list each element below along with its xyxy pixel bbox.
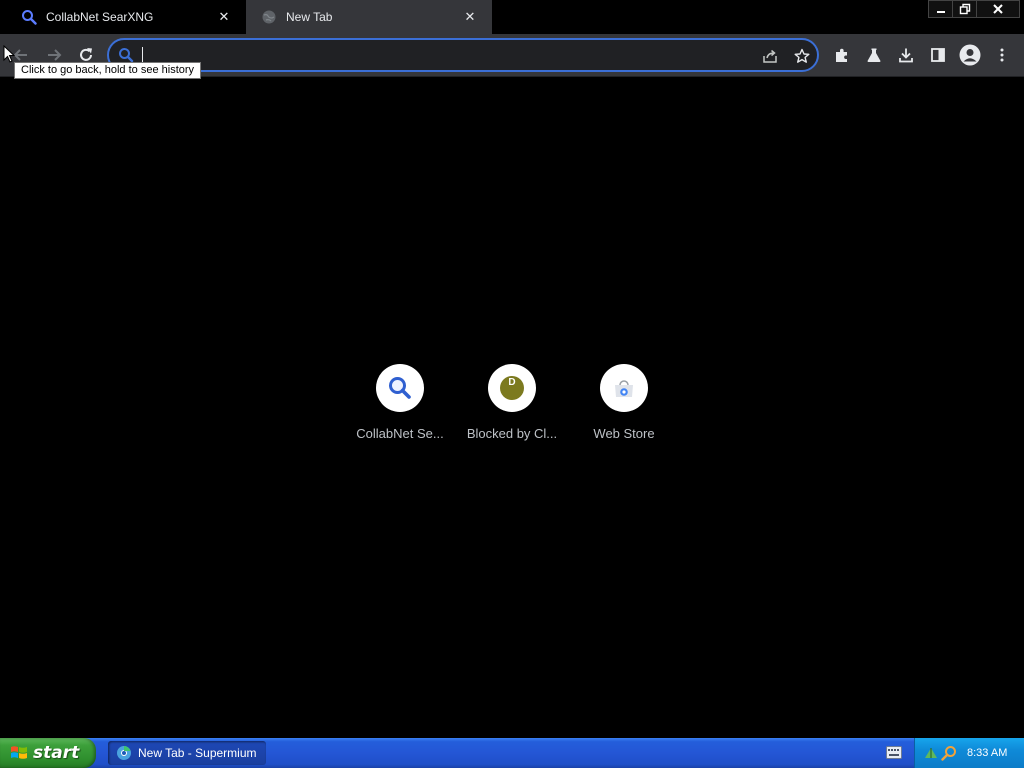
avatar-icon bbox=[959, 44, 981, 66]
taskbar: start New Tab - Supermium 8:33 AM bbox=[0, 738, 1024, 768]
address-bar[interactable] bbox=[107, 38, 819, 72]
shortcut-label: CollabNet Se... bbox=[356, 426, 444, 441]
tab-title: CollabNet SearXNG bbox=[46, 10, 154, 24]
start-label: start bbox=[33, 743, 80, 763]
close-tab-icon[interactable]: ✕ bbox=[216, 9, 232, 25]
profile-button[interactable] bbox=[956, 41, 984, 69]
star-icon bbox=[794, 48, 810, 63]
address-input[interactable] bbox=[141, 44, 745, 68]
tab-title: New Tab bbox=[286, 10, 333, 24]
shortcut-label: Blocked by Cl... bbox=[466, 426, 558, 441]
shortcut-tile bbox=[600, 364, 648, 412]
close-tab-icon[interactable]: ✕ bbox=[462, 9, 478, 25]
tab-strip: CollabNet SearXNG ✕ New Tab ✕ bbox=[0, 0, 1024, 34]
menu-button[interactable] bbox=[988, 41, 1016, 69]
shortcut-web-store[interactable]: Web Store bbox=[568, 364, 680, 448]
tab-collabnet-searxng[interactable]: CollabNet SearXNG ✕ bbox=[8, 0, 246, 34]
taskbar-item-supermium[interactable]: New Tab - Supermium bbox=[108, 741, 266, 765]
windows-logo-icon bbox=[11, 746, 27, 759]
taskbar-item-label: New Tab - Supermium bbox=[138, 746, 257, 760]
downloads-button[interactable] bbox=[892, 41, 920, 69]
restore-button[interactable] bbox=[952, 0, 978, 18]
letter-d-icon: D bbox=[500, 376, 524, 400]
flask-icon bbox=[867, 48, 881, 62]
bookmark-button[interactable] bbox=[791, 45, 813, 67]
labs-button[interactable] bbox=[860, 41, 888, 69]
puzzle-icon bbox=[836, 48, 847, 62]
browser-icon bbox=[117, 746, 131, 760]
system-tray: 8:33 AM bbox=[914, 738, 1024, 768]
side-panel-icon bbox=[931, 48, 945, 62]
shortcut-blocked[interactable]: D Blocked by Cl... bbox=[456, 364, 568, 448]
text-caret bbox=[142, 47, 143, 62]
back-tooltip: Click to go back, hold to see history bbox=[14, 62, 202, 79]
search-icon bbox=[389, 377, 411, 399]
keyboard-icon[interactable] bbox=[886, 746, 902, 759]
tab-new-tab[interactable]: New Tab ✕ bbox=[246, 0, 492, 34]
globe-icon bbox=[260, 8, 278, 26]
extensions-button[interactable] bbox=[828, 41, 856, 69]
share-button[interactable] bbox=[759, 45, 781, 67]
search-icon bbox=[20, 8, 38, 26]
web-store-icon bbox=[615, 380, 633, 397]
shortcut-label: Web Store bbox=[593, 426, 655, 441]
network-icon[interactable] bbox=[923, 745, 939, 761]
close-window-button[interactable] bbox=[976, 0, 1020, 18]
shortcut-tile bbox=[376, 364, 424, 412]
side-panel-button[interactable] bbox=[924, 41, 952, 69]
clock: 8:33 AM bbox=[967, 747, 1008, 759]
shortcut-tile: D bbox=[488, 364, 536, 412]
minimize-button[interactable] bbox=[928, 0, 954, 18]
svg-text:D: D bbox=[508, 377, 515, 388]
start-button[interactable]: start bbox=[0, 738, 96, 768]
search-tray-icon[interactable] bbox=[941, 745, 957, 761]
download-icon bbox=[899, 48, 913, 63]
share-icon bbox=[763, 49, 777, 63]
shortcut-collabnet[interactable]: CollabNet Se... bbox=[344, 364, 456, 448]
more-vertical-icon bbox=[1000, 48, 1004, 62]
mouse-cursor-icon bbox=[3, 45, 15, 63]
